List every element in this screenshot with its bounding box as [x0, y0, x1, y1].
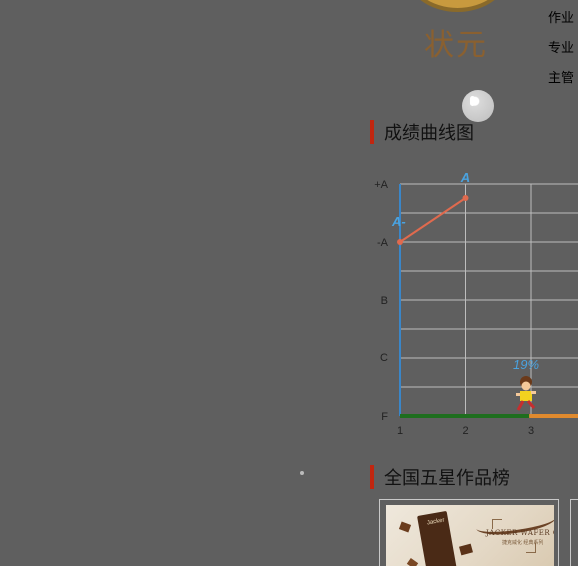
y-tick-label: B [381, 295, 388, 307]
y-tick-label: -A [377, 237, 389, 249]
y-tick-label: F [381, 411, 388, 423]
series-line [397, 195, 469, 245]
product-subtitle: 捷克威化 经典系列 [502, 540, 544, 546]
point-label: A [460, 170, 470, 185]
y-tick-label: +A [374, 179, 388, 191]
data-point [462, 195, 469, 201]
chart-grid [399, 183, 578, 417]
chocolate-piece-icon [406, 558, 419, 566]
work-card[interactable]: Jacker JACKER WAFER CUBE 捷克威化 经典系列 [379, 499, 559, 566]
side-link-major[interactable]: 专业 [548, 37, 574, 56]
chart-section-title: 成绩曲线图 [384, 123, 474, 143]
point-label: A- [391, 214, 406, 229]
point-labels: A- A [391, 170, 470, 229]
champion-badge-icon [405, 0, 510, 12]
x-tick-label: 3 [528, 425, 534, 437]
x-tick-labels: 1 2 3 [397, 425, 534, 437]
grade-curve-chart: +A -A B C F 1 2 3 A- A 19% [374, 170, 578, 437]
chocolate-piece-icon [398, 521, 412, 533]
y-tick-label: C [380, 352, 388, 364]
bubble-highlight [470, 96, 475, 106]
y-tick-labels: +A -A B C F [374, 179, 388, 423]
series-line-path [399, 197, 467, 243]
bubble-icon[interactable] [462, 90, 494, 122]
work-card[interactable] [570, 499, 578, 566]
work-thumbnail[interactable]: Jacker JACKER WAFER CUBE 捷克威化 经典系列 [386, 505, 554, 566]
progress-label: 19% [513, 357, 539, 372]
section-accent-bar [370, 120, 374, 144]
runner-icon [516, 376, 536, 411]
product-title: JACKER WAFER CUBE [486, 529, 554, 537]
section-accent-bar [370, 465, 374, 489]
x-tick-label: 2 [462, 425, 468, 437]
data-point [397, 239, 403, 245]
side-link-supervisor[interactable]: 主管 [548, 67, 574, 86]
works-section-title: 全国五星作品榜 [384, 468, 510, 488]
decorative-dot [300, 471, 304, 475]
x-tick-label: 1 [397, 425, 403, 437]
badge-text: 状元 [424, 28, 488, 63]
works-section-header: 全国五星作品榜 [370, 464, 510, 490]
chocolate-piece-icon [459, 543, 473, 556]
chart-section-header: 成绩曲线图 [370, 119, 474, 145]
frame-corner [492, 519, 502, 529]
side-link-homework[interactable]: 作业 [548, 7, 574, 26]
